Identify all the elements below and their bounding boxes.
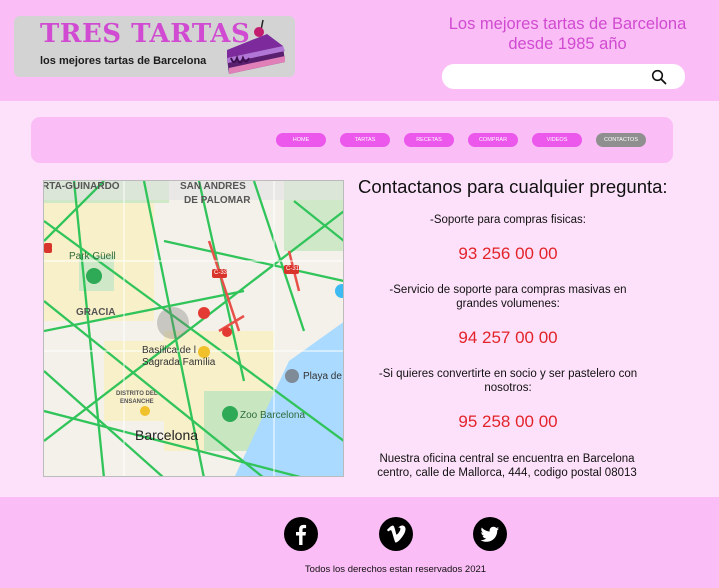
map-label-gracia: GRACIA xyxy=(76,307,116,318)
nav-contactos[interactable]: CONTACTOS xyxy=(596,133,646,147)
logo[interactable]: TRES TARTAS los mejores tartas de Barcel… xyxy=(14,16,295,77)
map-label-park-guell: Park Güell xyxy=(69,251,116,262)
map-label-barcelona: Barcelona xyxy=(135,427,199,443)
contact-label-3: -Si quieres convertirte en socio y ser p… xyxy=(378,368,638,394)
nav-videos[interactable]: VIDEOS xyxy=(532,133,582,147)
map-label-de-palomar: DE PALOMAR xyxy=(184,195,251,206)
map-label-distrito-2: ENSANCHE xyxy=(120,399,154,405)
map-label-c31: C-31 xyxy=(286,266,300,272)
contact-phone-1[interactable]: 93 256 00 00 xyxy=(376,244,640,264)
map-label-c33: C-33 xyxy=(214,270,228,276)
map-label-playa: Playa de xyxy=(303,371,342,382)
copyright-text: Todos los derechos estan reservados 2021 xyxy=(304,564,487,575)
logo-subtitle: los mejores tartas de Barcelona xyxy=(40,55,207,67)
office-address: Nuestra oficina central se encuentra en … xyxy=(377,453,637,479)
nav-tartas[interactable]: TARTAS xyxy=(340,133,390,147)
site-footer: Todos los derechos estan reservados 2021 xyxy=(0,497,719,588)
map-label-basilica-1: Basílica de l xyxy=(142,345,196,356)
map-label-basilica-2: Sagrada Família xyxy=(142,357,216,368)
cake-icon xyxy=(227,19,285,74)
map-label-san-andres: SAN ANDRÉS xyxy=(180,181,246,192)
search-icon[interactable] xyxy=(651,69,667,85)
tagline-line-2: desde 1985 año xyxy=(508,35,627,53)
map-label-distrito-1: DISTRITO DEL xyxy=(116,391,158,397)
twitter-icon[interactable] xyxy=(473,517,507,551)
main-nav: HOME TARTAS RECETAS COMPRAR VIDEOS CONTA… xyxy=(31,117,673,163)
contact-phone-3[interactable]: 95 258 00 00 xyxy=(376,412,640,432)
nav-comprar[interactable]: COMPRAR xyxy=(468,133,518,147)
contact-label-2: -Servicio de soporte para compras masiva… xyxy=(389,284,627,310)
nav-home[interactable]: HOME xyxy=(276,133,326,147)
site-header: TRES TARTAS los mejores tartas de Barcel… xyxy=(0,0,719,101)
map-label-guinardo: RTA-GUINARDÓ xyxy=(43,181,120,192)
location-map[interactable]: RTA-GUINARDÓ SAN ANDRÉS DE PALOMAR Park … xyxy=(43,180,344,477)
map-label-zoo: Zoo Barcelona xyxy=(240,410,306,421)
contact-label-1: -Soporte para compras fisicas: xyxy=(430,214,586,226)
tagline-line-1: Los mejores tartas de Barcelona xyxy=(448,15,687,33)
contact-phone-2[interactable]: 94 257 00 00 xyxy=(376,328,640,348)
facebook-icon[interactable] xyxy=(284,517,318,551)
contact-title: Contactanos para cualquier pregunta: xyxy=(358,176,668,197)
nav-recetas[interactable]: RECETAS xyxy=(404,133,454,147)
search-input[interactable] xyxy=(442,64,685,89)
vimeo-icon[interactable] xyxy=(379,517,413,551)
site-tagline: Los mejores tartas de Barcelona desde 19… xyxy=(430,14,705,54)
